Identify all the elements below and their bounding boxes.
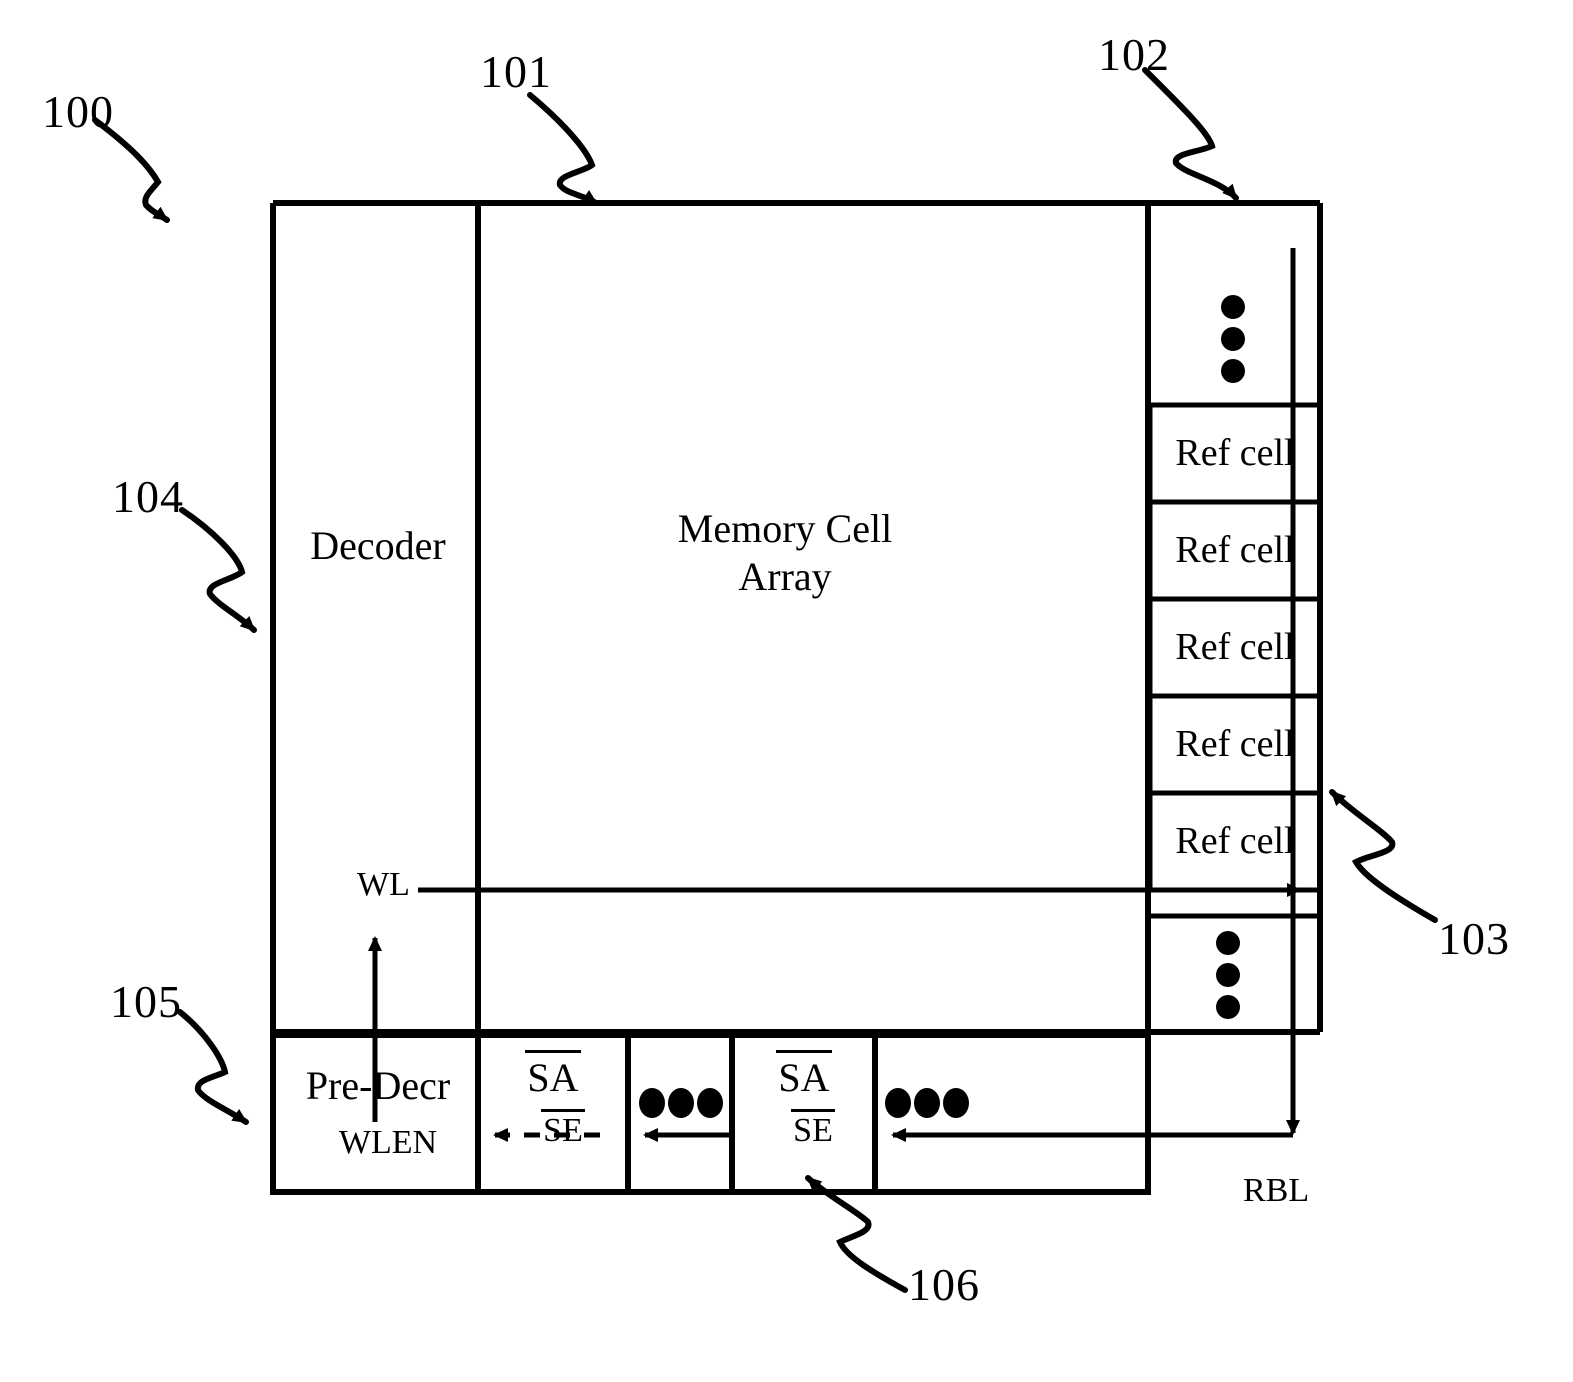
sense-amp-1-label: SA <box>525 1050 581 1100</box>
sense-enable-2-wrap: SE <box>752 1108 874 1150</box>
reference-numeral-105: 105 <box>110 976 182 1027</box>
sense-enable-1-wrap: SE <box>500 1108 626 1150</box>
leader-104 <box>179 507 257 633</box>
leader-101 <box>527 92 599 206</box>
diagram-svg <box>92 67 1438 1293</box>
reference-numeral-104: 104 <box>112 471 184 522</box>
outer-frame <box>270 200 1323 1035</box>
ellipsis-ref-bottom <box>1216 931 1240 1019</box>
ref-cell-label-3: Ref cell <box>1175 626 1295 668</box>
sense-amp-2-label: SA <box>776 1050 832 1100</box>
sense-enable-1-label: SE <box>541 1108 585 1149</box>
ref-cell-label-5: Ref cell <box>1175 820 1295 862</box>
reference-numeral-106: 106 <box>908 1259 980 1310</box>
ref-cell-label-1: Ref cell <box>1175 432 1295 474</box>
sense-amp-1-label-wrap: SA <box>480 1050 626 1101</box>
reference-numeral-103: 103 <box>1438 913 1510 964</box>
wl-signal-label: WL <box>357 866 410 903</box>
leader-102 <box>1142 67 1239 201</box>
memory-array-label-line2: Array <box>738 554 832 599</box>
wlen-signal-label: WLEN <box>338 1124 438 1161</box>
reference-numeral-102: 102 <box>1098 29 1170 80</box>
decoder-block-label: Decoder <box>310 523 446 568</box>
reference-numeral-101: 101 <box>480 46 552 97</box>
ref-cell-label-4: Ref cell <box>1175 723 1295 765</box>
sense-enable-2-label: SE <box>791 1108 835 1149</box>
leader-105 <box>177 1009 249 1125</box>
memory-array-label-line1: Memory Cell <box>677 506 893 551</box>
ellipsis-sa-gap-1 <box>639 1088 723 1118</box>
ref-cell-label-2: Ref cell <box>1175 529 1295 571</box>
reference-numeral-100: 100 <box>42 86 114 137</box>
pre-decoder-label: Pre-Decr <box>305 1063 451 1108</box>
leader-103 <box>1329 789 1438 923</box>
figure-canvas: 100 101 102 103 104 105 106 Decoder Memo… <box>0 0 1573 1382</box>
sense-amp-2-label-wrap: SA <box>734 1050 874 1101</box>
rbl-signal-label: RBL <box>1243 1172 1310 1209</box>
ellipsis-sa-gap-2 <box>885 1088 969 1118</box>
ellipsis-ref-top <box>1221 295 1245 383</box>
